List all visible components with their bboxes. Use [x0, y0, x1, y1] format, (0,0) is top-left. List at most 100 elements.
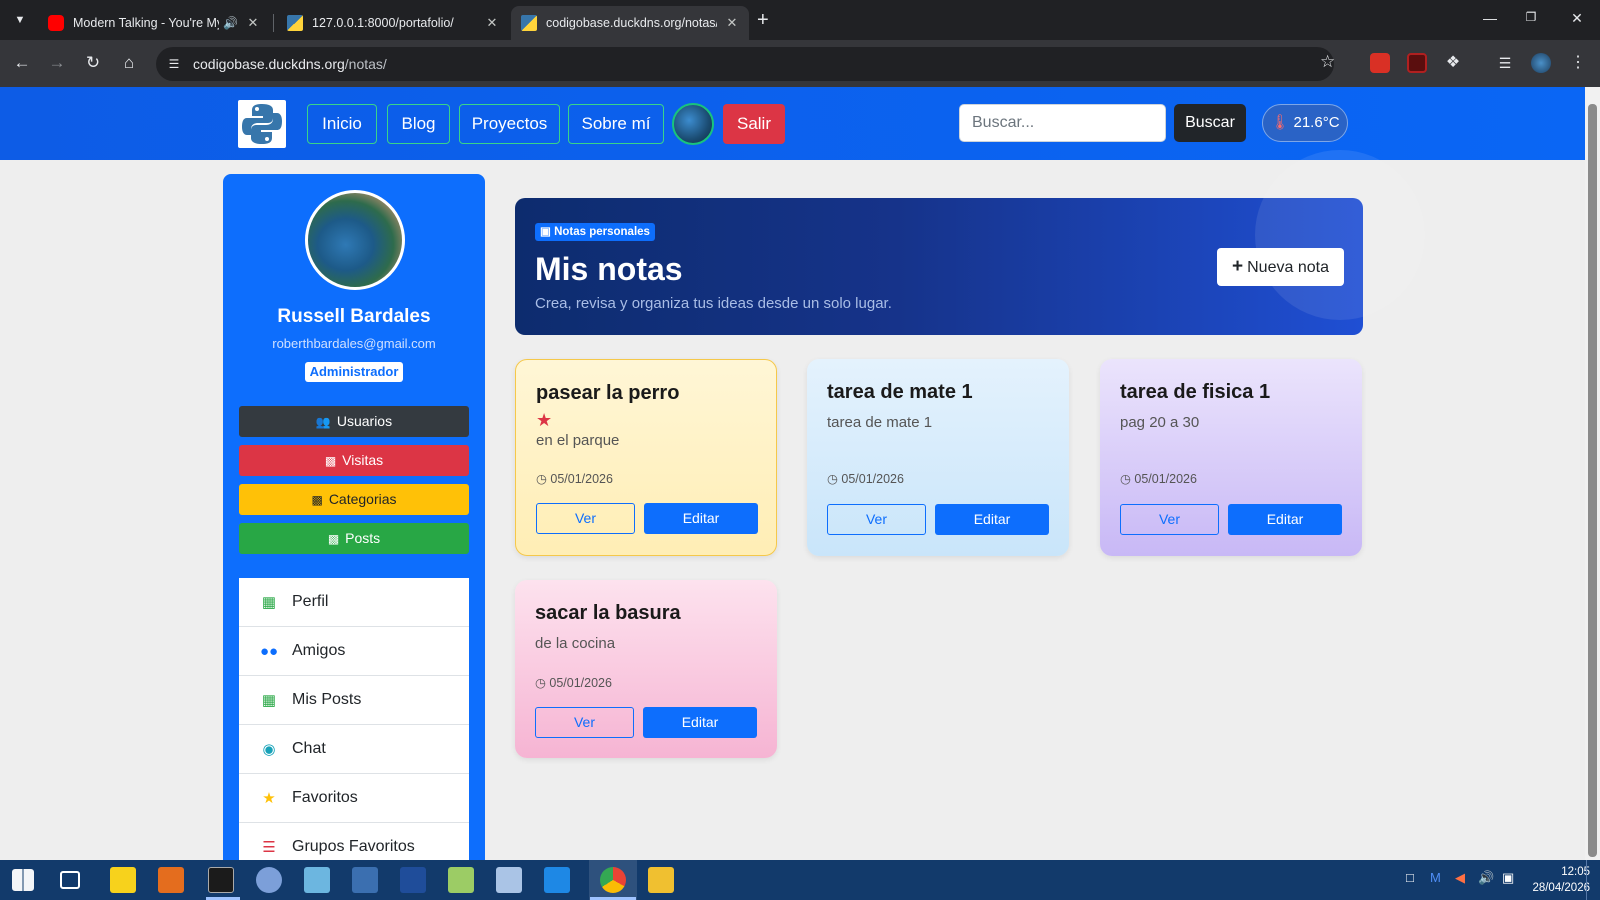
nav-inicio[interactable]: Inicio: [307, 104, 377, 144]
speaker-icon[interactable]: 🔊: [223, 16, 238, 30]
media-player-icon[interactable]: [158, 867, 184, 893]
note-text: tarea de mate 1: [827, 414, 933, 431]
users-icon: 👥: [315, 415, 331, 429]
note-title: sacar la basura: [535, 602, 681, 624]
volume-icon[interactable]: 🔊: [1478, 870, 1494, 886]
tab-portafolio[interactable]: 127.0.0.1:8000/portafolio/ ✕: [277, 6, 509, 40]
edit-note-button[interactable]: Editar: [643, 707, 757, 738]
new-note-button[interactable]: + Nueva nota: [1217, 248, 1344, 286]
tab-search-chevron-icon[interactable]: ▼: [8, 8, 32, 32]
notepad-icon[interactable]: [448, 867, 474, 893]
forward-icon[interactable]: →: [45, 51, 69, 75]
sidebar-item-perfil[interactable]: ▦ Perfil: [239, 578, 469, 627]
system-clock[interactable]: 12:05 28/04/2026: [1526, 864, 1590, 896]
profile-avatar-icon[interactable]: [1531, 53, 1551, 73]
search-input[interactable]: [959, 104, 1166, 142]
date-value: 05/01/2026: [549, 676, 612, 690]
app-icon[interactable]: [304, 867, 330, 893]
usuarios-button[interactable]: 👥 Usuarios: [239, 406, 469, 437]
profile-avatar[interactable]: [305, 190, 405, 290]
categorias-button[interactable]: ▩ Categorias: [239, 484, 469, 515]
note-text: pag 20 a 30: [1120, 414, 1200, 431]
tab-title: 127.0.0.1:8000/portafolio/: [312, 16, 454, 30]
view-note-button[interactable]: Ver: [536, 503, 635, 534]
back-icon[interactable]: ←: [10, 51, 34, 75]
nav-proyectos[interactable]: Proyectos: [459, 104, 560, 144]
scrollbar-thumb[interactable]: [1588, 104, 1597, 857]
network-icon[interactable]: ▣: [1502, 870, 1514, 886]
note-card[interactable]: sacar la basura de la cocina ◷ 05/01/202…: [515, 580, 777, 758]
temperature-badge: 🌡 21.6°C: [1262, 104, 1348, 142]
python-logo-icon: [521, 15, 537, 31]
sticky-notes-icon[interactable]: [110, 867, 136, 893]
button-label: Posts: [345, 530, 381, 546]
visitas-button[interactable]: ▩ Visitas: [239, 445, 469, 476]
clock-time: 12:05: [1561, 866, 1590, 878]
chrome-icon[interactable]: [600, 867, 626, 893]
edit-note-button[interactable]: Editar: [935, 504, 1049, 535]
youtube-icon: [48, 15, 64, 31]
note-card[interactable]: pasear la perro ★ en el parque ◷ 05/01/2…: [515, 359, 777, 556]
chat-icon: ◉: [262, 741, 276, 758]
page-subtitle: Crea, revisa y organiza tus ideas desde …: [535, 295, 892, 312]
sidebar-item-mis-posts[interactable]: ▦ Mis Posts: [239, 676, 469, 725]
favorite-star-icon[interactable]: ★: [536, 410, 552, 431]
malwarebytes-icon[interactable]: M: [1430, 870, 1441, 885]
note-card[interactable]: tarea de mate 1 tarea de mate 1 ◷ 05/01/…: [807, 359, 1069, 556]
button-label: Visitas: [342, 452, 384, 468]
notebook-icon: ▣: [540, 226, 555, 238]
search-button[interactable]: Buscar: [1174, 104, 1246, 142]
edit-note-button[interactable]: Editar: [644, 503, 758, 534]
close-tab-icon[interactable]: ✕: [725, 15, 739, 31]
note-card[interactable]: tarea de fisica 1 pag 20 a 30 ◷ 05/01/20…: [1100, 359, 1362, 556]
edit-note-button[interactable]: Editar: [1228, 504, 1342, 535]
tray-icon[interactable]: □: [1406, 870, 1414, 885]
show-desktop-button[interactable]: [1586, 860, 1600, 900]
calculator-icon[interactable]: [352, 867, 378, 893]
close-window-icon[interactable]: ✕: [1567, 10, 1587, 27]
nav-avatar[interactable]: [672, 103, 714, 145]
button-label: Usuarios: [336, 413, 393, 429]
menu-label: Favoritos: [292, 789, 358, 806]
minimize-icon[interactable]: —: [1480, 10, 1500, 26]
home-icon[interactable]: ⌂: [117, 51, 141, 75]
media-controls-icon[interactable]: ☰: [1495, 53, 1515, 73]
task-view-icon[interactable]: [60, 871, 80, 889]
reload-icon[interactable]: ↻: [81, 51, 105, 75]
extension-icon[interactable]: [1407, 53, 1427, 73]
extension-icon[interactable]: [1370, 53, 1390, 73]
sidebar-item-favoritos[interactable]: ★ Favoritos: [239, 774, 469, 823]
tab-youtube[interactable]: Modern Talking - You're My 🔊 ✕: [38, 6, 270, 40]
app-icon[interactable]: [496, 867, 522, 893]
more-menu-icon[interactable]: ⋮: [1568, 53, 1588, 73]
python-logo-icon[interactable]: [238, 100, 286, 148]
extensions-puzzle-icon[interactable]: ❖: [1443, 53, 1463, 73]
view-note-button[interactable]: Ver: [1120, 504, 1219, 535]
posts-button[interactable]: ▩ Posts: [239, 523, 469, 554]
sidebar-item-chat[interactable]: ◉ Chat: [239, 725, 469, 774]
tray-icon[interactable]: ◀: [1455, 870, 1465, 886]
date-value: 05/01/2026: [550, 472, 613, 486]
site-info-icon[interactable]: ☰: [164, 54, 184, 74]
bookmark-star-icon[interactable]: ☆: [1320, 52, 1335, 72]
tab-notas[interactable]: codigobase.duckdns.org/notas/ ✕: [511, 6, 749, 40]
powershell-icon[interactable]: [400, 867, 426, 893]
view-note-button[interactable]: Ver: [827, 504, 926, 535]
terminal-icon[interactable]: [208, 867, 234, 893]
sidebar-item-amigos[interactable]: ●● Amigos: [239, 627, 469, 676]
new-tab-icon[interactable]: +: [757, 9, 769, 31]
date-value: 05/01/2026: [841, 472, 904, 486]
nav-sobre-mi[interactable]: Sobre mí: [568, 104, 664, 144]
url-text[interactable]: codigobase.duckdns.org/notas/: [193, 56, 387, 72]
view-note-button[interactable]: Ver: [535, 707, 634, 738]
close-tab-icon[interactable]: ✕: [485, 15, 499, 31]
nav-blog[interactable]: Blog: [387, 104, 450, 144]
logout-button[interactable]: Salir: [723, 104, 785, 144]
vscode-icon[interactable]: [544, 867, 570, 893]
restore-icon[interactable]: ❐: [1521, 10, 1541, 24]
file-explorer-icon[interactable]: [648, 867, 674, 893]
close-tab-icon[interactable]: ✕: [246, 15, 260, 31]
note-date: ◷ 05/01/2026: [827, 471, 904, 486]
paint-icon[interactable]: [256, 867, 282, 893]
windows-start-icon[interactable]: [12, 869, 34, 891]
